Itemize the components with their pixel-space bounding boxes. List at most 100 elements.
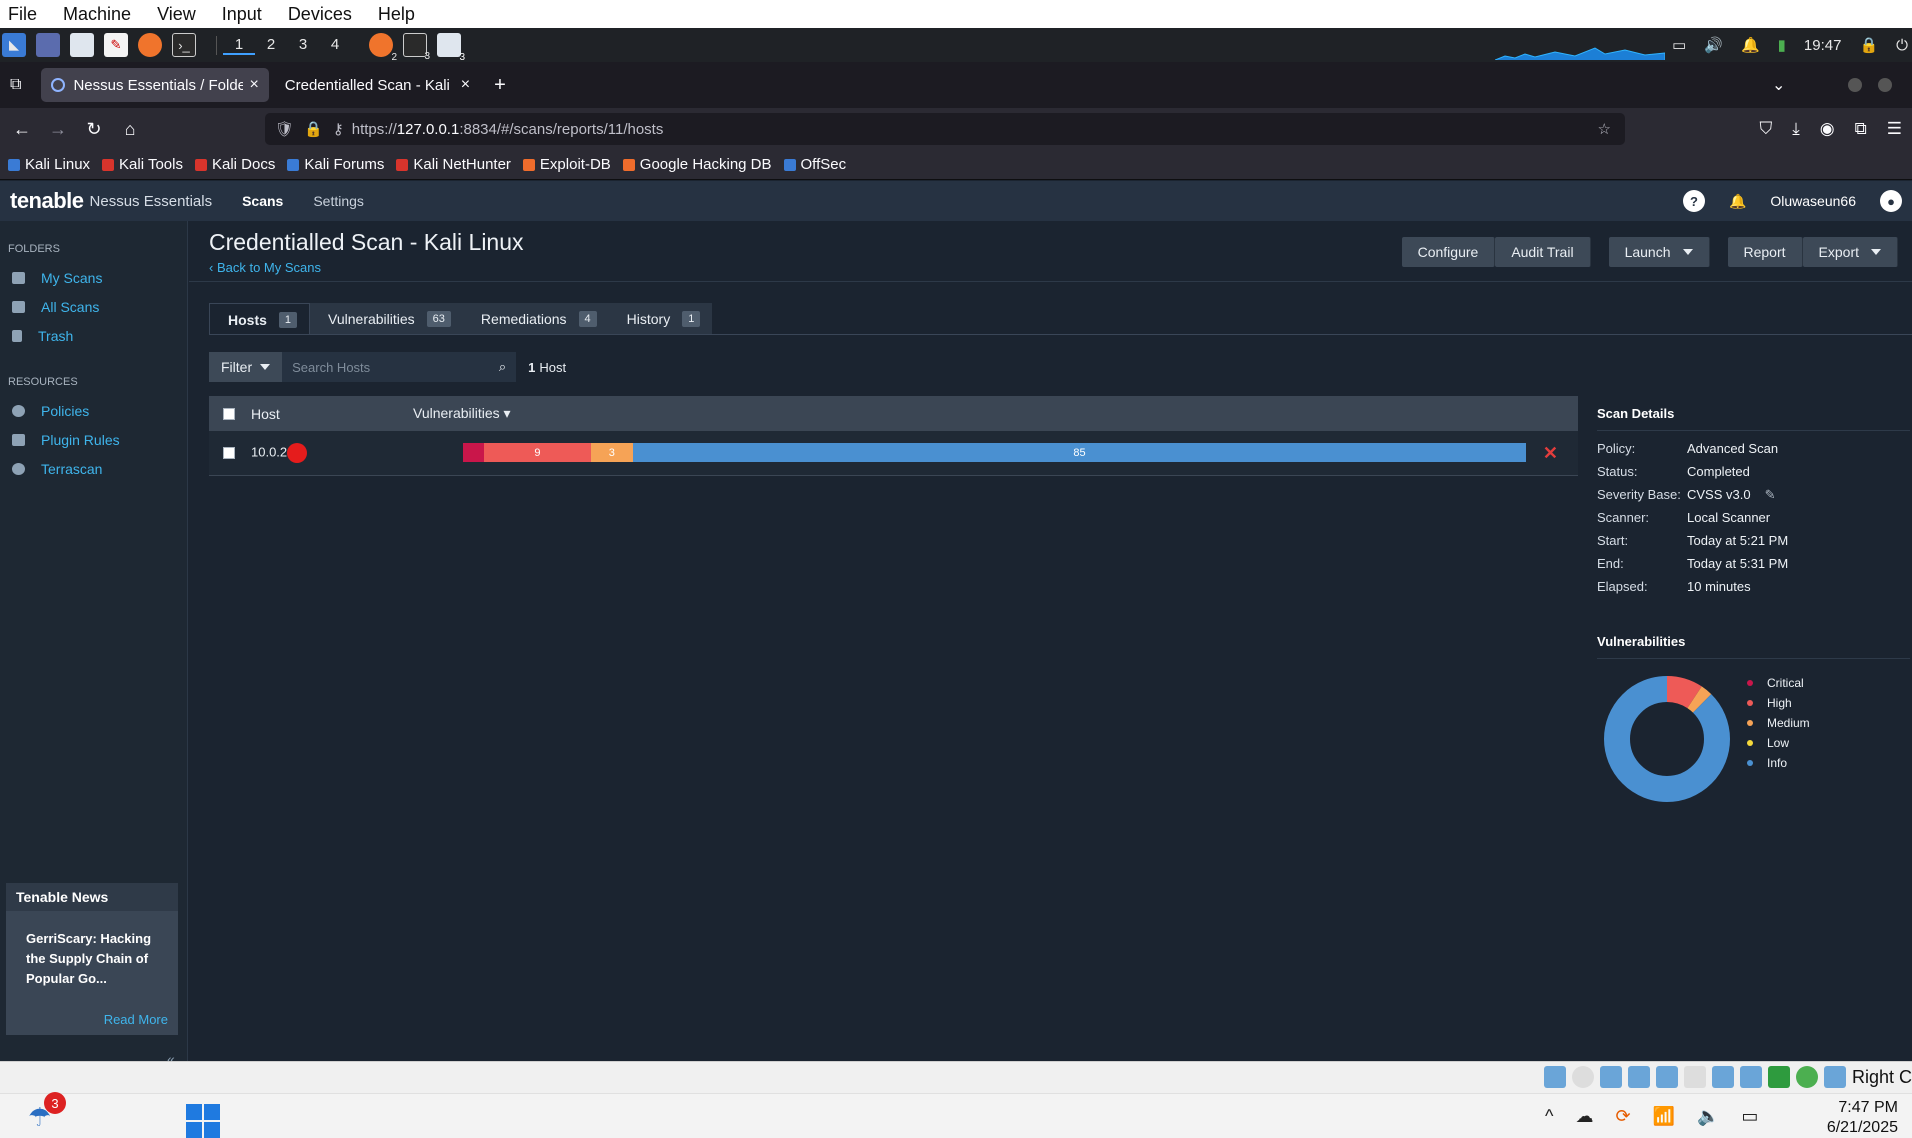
info-segment[interactable]: 85	[633, 443, 1526, 462]
battery-icon[interactable]: ▭	[1741, 1106, 1758, 1127]
legend-medium[interactable]: Medium	[1747, 713, 1810, 733]
bookmark-kali-tools[interactable]: Kali Tools	[102, 156, 183, 173]
network-icon[interactable]	[1627, 1066, 1650, 1088]
bookmark-google-hacking-db[interactable]: Google Hacking DB	[622, 156, 772, 173]
taskbar-clock[interactable]: 7:47 PM 6/21/2025	[1827, 1098, 1898, 1138]
optical-drive-icon[interactable]	[1543, 1066, 1566, 1088]
volume-icon[interactable]: 🔊	[1704, 36, 1723, 54]
extensions-icon[interactable]: ⧉	[1855, 119, 1867, 139]
filter-button[interactable]: Filter	[209, 352, 283, 382]
sidebar-item-all-scans[interactable]: All Scans	[0, 292, 187, 321]
workspace-4[interactable]: 4	[319, 36, 351, 55]
firefox-icon[interactable]	[138, 33, 162, 57]
notifications-bell-icon[interactable]: 🔔	[1729, 193, 1746, 210]
column-vulnerabilities[interactable]: Vulnerabilities ▾	[413, 405, 511, 422]
speaker-icon[interactable]: 🔈	[1697, 1106, 1719, 1127]
text-editor-icon[interactable]: ✎	[104, 33, 128, 57]
guest-additions-icon[interactable]	[1795, 1066, 1818, 1088]
legend-high[interactable]: High	[1747, 693, 1810, 713]
pocket-icon[interactable]: ⛉	[1760, 119, 1773, 139]
help-icon[interactable]: ?	[1682, 190, 1705, 212]
mouse-integration-icon[interactable]	[1823, 1066, 1846, 1088]
workspace-1[interactable]: 1	[223, 36, 255, 55]
nav-settings[interactable]: Settings	[313, 193, 364, 209]
window-button-icon[interactable]	[1848, 78, 1862, 92]
notification-bell-icon[interactable]: 🔔	[1741, 36, 1760, 54]
donut-chart[interactable]	[1597, 669, 1737, 809]
disk-icon[interactable]	[1571, 1066, 1594, 1088]
terminal-task-icon[interactable]: 3	[403, 33, 430, 62]
lock-icon[interactable]: 🔒	[1859, 36, 1878, 54]
host-ip[interactable]: 10.0.2.	[251, 443, 307, 463]
battery-icon[interactable]: ▮	[1778, 36, 1786, 54]
workspace-2[interactable]: 2	[255, 36, 287, 55]
legend-low[interactable]: Low	[1747, 733, 1810, 753]
wifi-icon[interactable]: 📶	[1653, 1106, 1675, 1127]
tab-vulnerabilities[interactable]: Vulnerabilities 63	[310, 303, 463, 335]
menu-help[interactable]: Help	[378, 4, 415, 25]
shared-folders-icon[interactable]	[1683, 1066, 1706, 1088]
audio-icon[interactable]	[1599, 1066, 1622, 1088]
power-icon[interactable]: ⏻	[1896, 37, 1908, 54]
tab-history[interactable]: History 1	[608, 303, 713, 335]
high-segment[interactable]: 9	[484, 443, 591, 462]
reload-icon[interactable]: ↻	[76, 119, 112, 140]
sidebar-item-terrascan[interactable]: Terrascan	[0, 454, 187, 483]
browser-tab-scan[interactable]: Credentialled Scan - Kali Linu ×	[275, 68, 480, 102]
downloads-icon[interactable]: ⤓	[1792, 119, 1800, 139]
bookmark-exploit-db[interactable]: Exploit-DB	[522, 156, 611, 173]
window-button-icon[interactable]	[1878, 78, 1892, 92]
bookmark-kali-linux[interactable]: Kali Linux	[8, 156, 90, 173]
panel-clock[interactable]: 19:47	[1804, 37, 1842, 54]
url-bar[interactable]: 🛡 🔒 ⚷ https://127.0.0.1:8834/#/scans/rep…	[265, 113, 1625, 145]
display-icon[interactable]	[1711, 1066, 1734, 1088]
onedrive-icon[interactable]: ☁	[1575, 1106, 1593, 1127]
search-icon[interactable]: ⌕	[499, 359, 506, 375]
windows-start-icon[interactable]	[186, 1104, 220, 1138]
bookmark-kali-forums[interactable]: Kali Forums	[287, 156, 384, 173]
file-manager-icon[interactable]	[70, 33, 94, 57]
close-tab-icon[interactable]: ×	[461, 76, 470, 94]
select-all-checkbox[interactable]	[223, 407, 235, 420]
display-icon[interactable]: ▭	[1672, 36, 1686, 54]
sidebar-item-plugin-rules[interactable]: Plugin Rules	[0, 425, 187, 454]
legend-info[interactable]: Info	[1747, 753, 1810, 773]
configure-button[interactable]: Configure	[1401, 237, 1496, 267]
menu-machine[interactable]: Machine	[63, 4, 131, 25]
sync-icon[interactable]: ⟳	[1615, 1106, 1630, 1127]
vulnerability-bar[interactable]: 9 3 85	[463, 443, 1526, 462]
critical-segment[interactable]	[463, 443, 485, 462]
home-icon[interactable]: ⌂	[112, 119, 148, 140]
donut-slice-info[interactable]	[1604, 676, 1730, 802]
username[interactable]: Oluwaseun66	[1770, 193, 1856, 209]
tenable-logo[interactable]: tenable	[10, 188, 84, 214]
chevron-up-icon[interactable]: ^	[1545, 1106, 1553, 1127]
report-button[interactable]: Report	[1727, 237, 1803, 267]
row-checkbox[interactable]	[223, 447, 235, 459]
news-headline[interactable]: GerriScary: Hacking the Supply Chain of …	[6, 911, 178, 989]
shield-icon[interactable]: 🛡	[275, 120, 294, 138]
menu-devices[interactable]: Devices	[288, 4, 352, 25]
bookmark-star-icon[interactable]: ☆	[1598, 120, 1611, 138]
new-tab-button[interactable]: +	[494, 74, 506, 97]
tab-remediations[interactable]: Remediations 4	[462, 303, 609, 335]
browser-tab-nessus[interactable]: Nessus Essentials / Folde ×	[41, 68, 269, 102]
tab-hosts[interactable]: Hosts 1	[209, 303, 311, 335]
legend-critical[interactable]: Critical	[1747, 673, 1810, 693]
files-task-icon[interactable]: 3	[437, 33, 465, 62]
close-tab-icon[interactable]: ×	[249, 76, 258, 94]
sidebar-item-trash[interactable]: Trash	[0, 321, 187, 350]
forward-arrow-icon[interactable]: →	[40, 119, 76, 140]
column-host[interactable]: Host	[251, 406, 280, 422]
nav-scans[interactable]: Scans	[242, 193, 283, 209]
usb-icon[interactable]	[1655, 1066, 1678, 1088]
export-button[interactable]: Export	[1802, 237, 1898, 267]
virtualization-icon[interactable]	[1767, 1066, 1790, 1088]
table-row[interactable]: 10.0.2. 9 3 85 ✕	[209, 431, 1578, 476]
bookmark-kali-nethunter[interactable]: Kali NetHunter	[396, 156, 511, 173]
menu-icon[interactable]: ☰	[1887, 119, 1902, 139]
tab-list-icon[interactable]: ⧉	[10, 76, 21, 94]
bookmark-kali-docs[interactable]: Kali Docs	[194, 156, 275, 173]
search-hosts-input[interactable]: Search Hosts ⌕	[282, 352, 517, 382]
sidebar-item-my-scans[interactable]: My Scans	[0, 263, 187, 292]
